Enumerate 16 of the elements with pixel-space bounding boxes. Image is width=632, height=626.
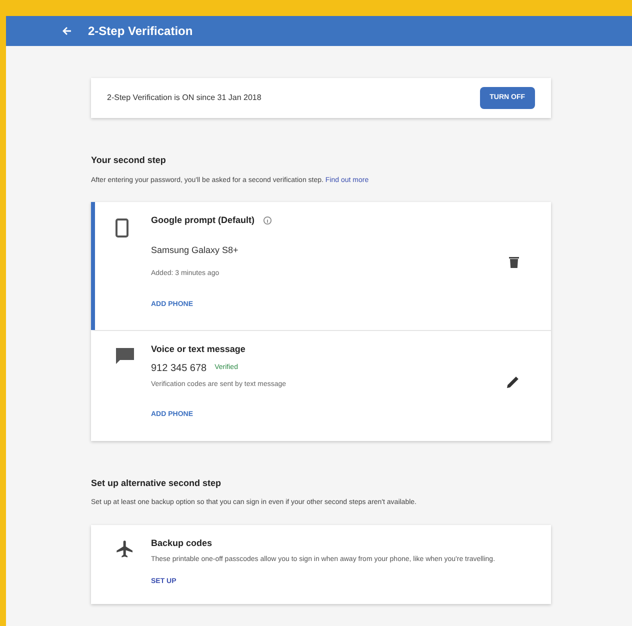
phone-number: 912 345 678 — [151, 362, 207, 376]
section-heading: Your second step — [91, 154, 167, 167]
pencil-icon[interactable] — [507, 376, 519, 388]
back-arrow-icon[interactable] — [62, 26, 72, 36]
trash-icon[interactable] — [509, 256, 519, 268]
section-heading: Set up alternative second step — [91, 476, 222, 490]
page-title: 2-Step Verification — [88, 23, 193, 40]
device-name: Samsung Galaxy S8+ — [151, 244, 240, 257]
status-text: 2-Step Verification is ON since 31 Jan 2018 — [107, 92, 262, 104]
option-title: Backup codes — [151, 536, 214, 550]
info-icon[interactable] — [262, 216, 272, 226]
method-title: Google prompt (Default) — [151, 214, 254, 227]
chat-icon — [115, 347, 135, 365]
phone-icon — [115, 218, 129, 238]
airplane-icon — [115, 538, 135, 558]
method-title: Voice or text message — [151, 343, 246, 356]
